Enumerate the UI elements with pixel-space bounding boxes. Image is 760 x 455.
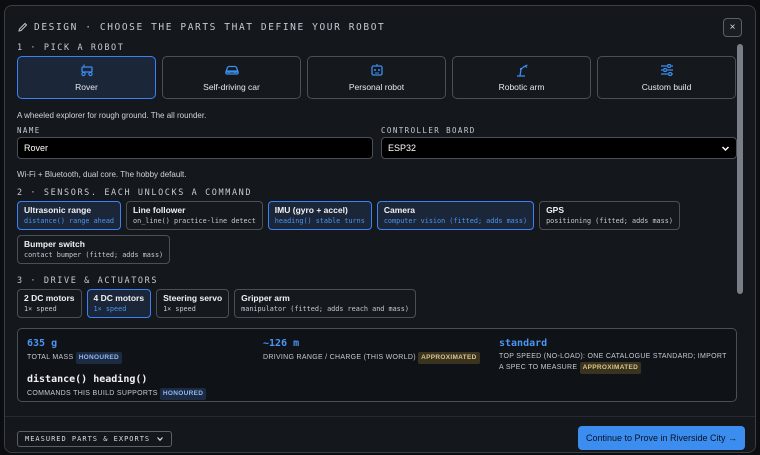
chip-detail: distance() range ahead [24,217,115,225]
stat-total-mass: 635 g Total mass HONOURED [27,338,247,364]
pencil-icon [18,22,28,32]
chip-detail: 1× speed [93,305,127,313]
robot-card-label: Self-driving car [203,82,260,92]
close-button[interactable]: × [723,18,742,37]
sensor-options: Ultrasonic range distance() range ahead … [17,201,732,264]
robot-card-label: Rover [75,82,98,92]
status-badge: APPROXIMATED [579,362,642,374]
rover-icon [80,64,93,77]
dialog-title: Design · choose the parts that define yo… [34,21,386,33]
section-title-drive: 3 · Drive & actuators [17,276,159,286]
robot-type-picker: Rover Self-driving car Personal robot Ro… [17,56,736,99]
stat-commands: distance() heading() Commands this build… [27,374,327,400]
stat-label: Top speed (no-load): one catalogue stand… [499,352,729,374]
chip-detail: 1× speed [163,305,196,313]
chevron-down-icon [721,145,730,151]
chevron-down-icon [157,437,164,442]
stat-label: Total mass HONOURED [27,352,247,364]
stat-label: Commands this build supports HONOURED [27,388,327,400]
section-title-pick-robot: 1 · Pick a robot [17,43,125,53]
status-badge: HONOURED [75,352,123,364]
drive-chip-steering-servo[interactable]: Steering servo 1× speed [156,289,230,318]
chip-detail: heading() stable turns [274,217,365,225]
robot-card-custom-build[interactable]: Custom build [597,56,736,99]
drive-chip-4-dc-motors[interactable]: 4 DC motors 1× speed [86,289,152,318]
robot-card-label: Personal robot [348,82,405,92]
chip-detail: manipulator (fitted; adds reach and mass… [241,305,409,313]
stat-value: 635 g [27,338,58,349]
car-icon [224,65,239,75]
build-stats-panel: 635 g Total mass HONOURED ~126 m Driving… [17,328,737,402]
stat-label-text: Commands this build supports [27,390,158,397]
scroll-area[interactable]: 1 · Pick a robot Rover Self-drivi [5,36,745,416]
robot-card-personal-robot[interactable]: Personal robot [307,56,446,99]
stat-value: distance() heading() [27,374,148,385]
sliders-icon [660,64,673,76]
robot-face-icon [370,64,383,76]
chip-detail: positioning (fitted; adds mass) [546,217,673,225]
sensor-chip-ultrasonic[interactable]: Ultrasonic range distance() range ahead [17,201,122,230]
sensor-chip-imu[interactable]: IMU (gyro + accel) heading() stable turn… [267,201,372,230]
chip-name: Gripper arm [241,293,290,303]
stat-driving-range: ~126 m Driving range / charge (this worl… [263,338,488,364]
stat-label-text: Driving range / charge (this world) [263,354,416,361]
chip-name: Ultrasonic range [24,205,92,215]
chip-detail: 1× speed [24,305,57,313]
controller-board-select[interactable]: ESP32 [381,137,737,159]
measured-parts-exports-button[interactable]: MEASURED PARTS & EXPORTS [17,431,173,447]
controller-description: Wi-Fi + Bluetooth, dual core. The hobby … [17,170,187,179]
chip-name: Bumper switch [24,239,85,249]
controller-board-value: ESP32 [388,143,417,153]
robot-card-rover[interactable]: Rover [17,56,156,99]
sensor-chip-gps[interactable]: GPS positioning (fitted; adds mass) [539,201,680,230]
drive-chip-gripper-arm[interactable]: Gripper arm manipulator (fitted; adds re… [234,289,416,318]
chip-name: Line follower [133,205,186,215]
robot-card-label: Custom build [641,82,692,92]
robot-name-input[interactable]: Rover [17,137,373,159]
robotic-arm-icon [516,64,528,77]
drive-options: 2 DC motors 1× speed 4 DC motors 1× spee… [17,289,732,318]
status-badge: HONOURED [159,388,207,400]
chip-name: 4 DC motors [93,293,145,303]
chip-name: IMU (gyro + accel) [274,205,348,215]
exports-label: MEASURED PARTS & EXPORTS [25,435,151,443]
chip-detail: on_line() practice-line detect [133,217,256,225]
continue-button[interactable]: Continue to Prove in Riverside City → [578,426,745,450]
name-field-label: Name [17,126,41,135]
sensor-chip-bumper[interactable]: Bumper switch contact bumper (fitted; ad… [17,235,171,264]
robot-card-self-driving-car[interactable]: Self-driving car [162,56,301,99]
stat-value: ~126 m [263,338,300,349]
stat-label-text: Total mass [27,354,74,361]
chip-detail: contact bumper (fitted; adds mass) [24,251,164,259]
status-badge: APPROXIMATED [418,352,480,364]
scrollbar-thumb[interactable] [737,44,743,294]
robot-card-robotic-arm[interactable]: Robotic arm [452,56,591,99]
section-title-sensors: 2 · Sensors. Each unlocks a command [17,188,253,198]
robot-description: A wheeled explorer for rough ground. The… [17,111,207,120]
design-dialog: Design · choose the parts that define yo… [4,5,756,453]
robot-card-label: Robotic arm [498,82,545,92]
sensor-chip-camera[interactable]: Camera computer vision (fitted; adds mas… [376,201,535,230]
sensor-chip-line-follower[interactable]: Line follower on_line() practice-line de… [126,201,263,230]
chip-name: Steering servo [163,293,223,303]
stat-label: Driving range / charge (this world) APPR… [263,352,488,364]
controller-field-label: Controller board [381,126,476,135]
stat-top-speed: standard Top speed (no-load): one catalo… [499,338,729,374]
dialog-footer: MEASURED PARTS & EXPORTS Continue to Pro… [5,416,755,452]
chip-detail: computer vision (fitted; adds mass) [383,217,528,225]
chip-name: GPS [546,205,565,215]
chip-name: 2 DC motors [24,293,75,303]
chip-name: Camera [383,205,416,215]
dialog-header: Design · choose the parts that define yo… [18,20,385,34]
drive-chip-2-dc-motors[interactable]: 2 DC motors 1× speed [17,289,82,318]
stat-value: standard [499,338,548,349]
